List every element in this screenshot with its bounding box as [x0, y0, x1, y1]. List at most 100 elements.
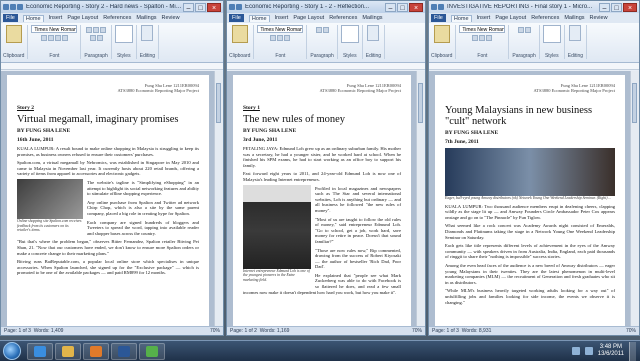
vertical-scrollbar[interactable]	[416, 71, 425, 326]
quick-styles-icon[interactable]	[542, 25, 561, 43]
show-desktop-button[interactable]	[629, 341, 636, 361]
tab-file[interactable]: File	[3, 14, 18, 22]
tab-review[interactable]: Review	[590, 15, 608, 21]
bullets-icon[interactable]	[315, 27, 322, 33]
page-count[interactable]: Page: 1 of 2	[230, 328, 257, 334]
close-button[interactable]: ×	[409, 2, 423, 12]
zoom-level[interactable]: 70%	[626, 328, 636, 334]
italic-icon[interactable]	[277, 35, 284, 41]
tab-review[interactable]: Review	[162, 15, 180, 21]
word-window-story-2[interactable]: Economic Reporting - Story 2 - Hard news…	[0, 0, 224, 336]
tab-references[interactable]: References	[531, 15, 559, 21]
bold-icon[interactable]	[472, 35, 479, 41]
numbering-icon[interactable]	[524, 27, 531, 33]
word-count[interactable]: Words: 1,169	[260, 328, 290, 334]
document-area[interactable]: Fung Sha Lene 1211ER00094 ATS3880 Econom…	[429, 71, 631, 326]
italic-icon[interactable]	[47, 35, 54, 41]
tab-insert[interactable]: Insert	[275, 15, 289, 21]
taskbar-app-file-explorer[interactable]	[55, 342, 81, 360]
close-button[interactable]: ×	[207, 2, 221, 12]
maximize-button[interactable]: □	[195, 2, 206, 12]
font-name-box[interactable]: Times New Roman	[257, 25, 304, 33]
minimize-button[interactable]: –	[599, 2, 610, 12]
page-count[interactable]: Page: 1 of 3	[432, 328, 459, 334]
maximize-button[interactable]: □	[611, 2, 622, 12]
bullets-icon[interactable]	[517, 27, 524, 33]
page[interactable]: Fung Sha Lene 1211ER00094 ATS3880 Econom…	[435, 75, 625, 326]
minimize-button[interactable]: –	[385, 2, 396, 12]
quick-styles-icon[interactable]	[114, 25, 133, 43]
volume-icon[interactable]	[584, 347, 593, 355]
word-window-investigative[interactable]: INVESTIGATIVE REPORTING - Final story 1 …	[428, 0, 640, 336]
underline-icon[interactable]	[284, 35, 291, 41]
underline-icon[interactable]	[486, 35, 493, 41]
title-bar[interactable]: INVESTIGATIVE REPORTING - Final story 1 …	[429, 1, 639, 13]
tab-home[interactable]: Home	[248, 14, 270, 22]
align-center-icon[interactable]	[89, 35, 96, 41]
zoom-level[interactable]: 70%	[412, 328, 422, 334]
tab-mailings[interactable]: Mailings	[564, 15, 584, 21]
page[interactable]: Fung Sha Lene 1211ER00094 ATS3880 Econom…	[7, 75, 209, 326]
tab-mailings[interactable]: Mailings	[362, 15, 382, 21]
tab-page-layout[interactable]: Page Layout	[293, 15, 324, 21]
vertical-scrollbar[interactable]	[630, 71, 639, 326]
taskbar-app-media-player[interactable]	[83, 342, 109, 360]
tab-file[interactable]: File	[431, 14, 446, 22]
tab-references[interactable]: References	[103, 15, 131, 21]
save-icon[interactable]	[10, 4, 16, 10]
word-count[interactable]: Words: 1,409	[34, 328, 64, 334]
vertical-scrollbar[interactable]	[214, 71, 223, 326]
tab-references[interactable]: References	[329, 15, 357, 21]
scroll-thumb[interactable]	[632, 83, 637, 123]
tab-page-layout[interactable]: Page Layout	[67, 15, 98, 21]
tab-file[interactable]: File	[229, 14, 244, 22]
bold-icon[interactable]	[40, 35, 47, 41]
find-icon[interactable]	[141, 25, 154, 41]
zoom-level[interactable]: 70%	[210, 328, 220, 334]
start-button[interactable]	[3, 342, 21, 360]
find-icon[interactable]	[367, 25, 380, 41]
justify-icon[interactable]	[96, 35, 103, 41]
page[interactable]: Fung Sha Lene 1211ER00094 ATS3880 Econom…	[233, 75, 411, 326]
font-color-icon[interactable]	[61, 35, 68, 41]
undo-icon[interactable]	[17, 4, 23, 10]
taskbar-app-messenger[interactable]	[139, 342, 165, 360]
font-name-box[interactable]: Times New Roman	[459, 25, 506, 33]
scroll-thumb[interactable]	[418, 83, 423, 123]
taskbar-app-internet-explorer[interactable]	[27, 342, 53, 360]
tab-home[interactable]: Home	[22, 14, 44, 22]
word-window-story-1[interactable]: Economic Reporting - Story 1 - 2 - Refle…	[226, 0, 426, 336]
italic-icon[interactable]	[479, 35, 486, 41]
paste-icon[interactable]	[231, 25, 248, 43]
minimize-button[interactable]: –	[183, 2, 194, 12]
bold-icon[interactable]	[270, 35, 277, 41]
paste-icon[interactable]	[433, 25, 450, 43]
close-button[interactable]: ×	[623, 2, 637, 12]
save-icon[interactable]	[438, 4, 444, 10]
align-left-icon[interactable]	[100, 27, 107, 33]
font-name-box[interactable]: Times New Roman	[31, 25, 78, 33]
paste-icon[interactable]	[5, 25, 22, 43]
bullets-icon[interactable]	[86, 27, 93, 33]
tab-page-layout[interactable]: Page Layout	[495, 15, 526, 21]
maximize-button[interactable]: □	[397, 2, 408, 12]
underline-icon[interactable]	[54, 35, 61, 41]
find-icon[interactable]	[569, 25, 582, 41]
network-icon[interactable]	[571, 347, 580, 355]
save-icon[interactable]	[236, 4, 242, 10]
page-count[interactable]: Page: 1 of 3	[4, 328, 31, 334]
numbering-icon[interactable]	[93, 27, 100, 33]
word-count[interactable]: Words: 8,931	[462, 328, 492, 334]
clock[interactable]: 3:48 PM 13/6/2011	[598, 344, 624, 358]
title-bar[interactable]: Economic Reporting - Story 2 - Hard news…	[1, 1, 223, 13]
tab-mailings[interactable]: Mailings	[136, 15, 156, 21]
document-area[interactable]: Fung Sha Lene 1211ER00094 ATS3880 Econom…	[1, 71, 215, 326]
tab-home[interactable]: Home	[450, 14, 472, 22]
title-bar[interactable]: Economic Reporting - Story 1 - 2 - Refle…	[227, 1, 425, 13]
quick-styles-icon[interactable]	[340, 25, 359, 43]
taskbar-app-word[interactable]	[111, 342, 137, 360]
document-area[interactable]: Fung Sha Lene 1211ER00094 ATS3880 Econom…	[227, 71, 417, 326]
tab-insert[interactable]: Insert	[49, 15, 63, 21]
align-left-icon[interactable]	[322, 27, 329, 33]
tab-insert[interactable]: Insert	[477, 15, 491, 21]
